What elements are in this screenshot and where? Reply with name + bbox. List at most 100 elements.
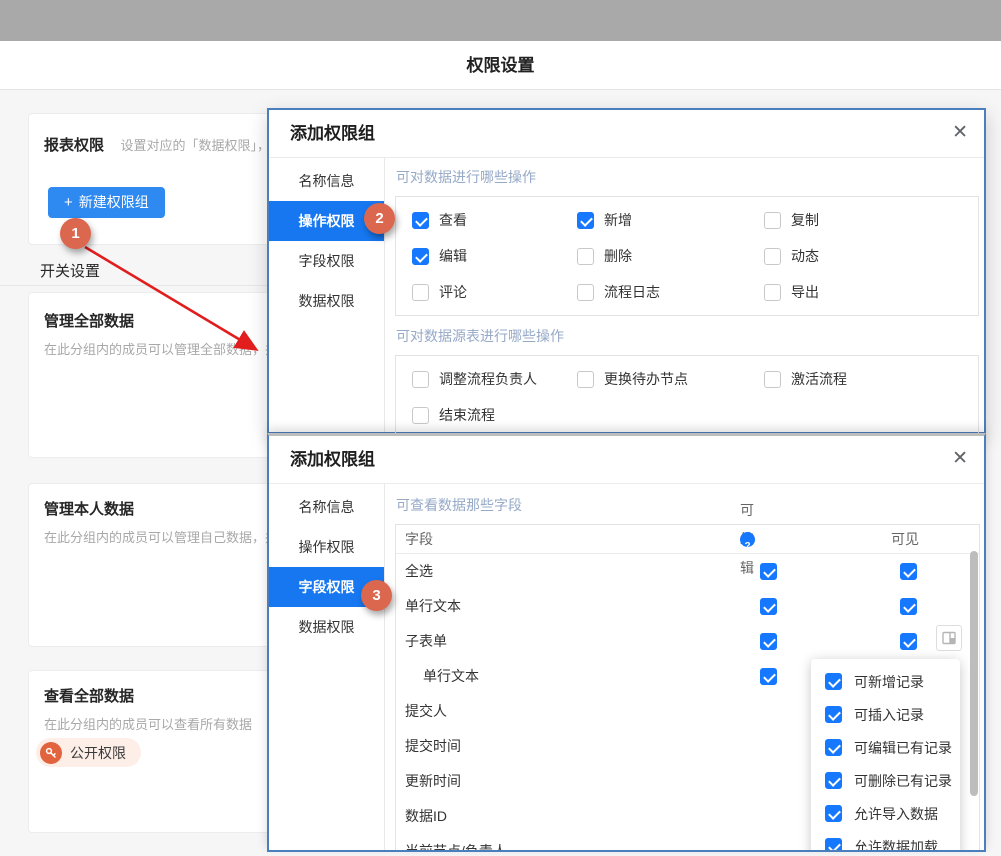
- editable-checkbox[interactable]: [760, 563, 777, 580]
- tab-名称信息[interactable]: 名称信息: [269, 487, 384, 527]
- editable-checkbox[interactable]: [760, 598, 777, 615]
- option-激活流程[interactable]: 激活流程: [764, 361, 978, 397]
- field-name: 更新时间: [405, 764, 461, 799]
- editable-checkbox[interactable]: [760, 668, 777, 685]
- field-name: 单行文本: [405, 589, 461, 624]
- field-name: 当前节点/负责人: [405, 834, 507, 852]
- option-label: 可删除已有记录: [854, 771, 952, 791]
- modal-sidebar: 名称信息操作权限字段权限数据权限: [269, 484, 385, 850]
- field-row-子表单: 子表单: [396, 624, 979, 659]
- option-label: 调整流程负责人: [439, 369, 537, 389]
- checkbox[interactable]: [764, 371, 781, 388]
- option-复制[interactable]: 复制: [764, 202, 978, 238]
- public-permission-label: 公开权限: [70, 743, 126, 763]
- section-title-data-operations: 可对数据进行哪些操作: [396, 167, 979, 187]
- close-icon[interactable]: ✕: [952, 447, 968, 470]
- option-可删除已有记录[interactable]: 可删除已有记录: [825, 764, 960, 797]
- subform-settings-button[interactable]: [936, 625, 962, 651]
- checkbox[interactable]: [764, 284, 781, 301]
- scrollbar-thumb[interactable]: [970, 551, 978, 796]
- checkbox[interactable]: [764, 212, 781, 229]
- editable-checkbox[interactable]: [760, 633, 777, 650]
- option-label: 可插入记录: [854, 705, 924, 725]
- option-label: 允许数据加载: [854, 837, 938, 853]
- option-评论[interactable]: 评论: [412, 274, 577, 310]
- field-name: 提交时间: [405, 729, 461, 764]
- checkbox[interactable]: [412, 371, 429, 388]
- data-operations-options: 查看 新增 复制编辑 删除 动态评论 流程日志 导出: [395, 196, 979, 316]
- option-导出[interactable]: 导出: [764, 274, 978, 310]
- option-编辑[interactable]: 编辑: [412, 238, 577, 274]
- option-动态[interactable]: 动态: [764, 238, 978, 274]
- checkbox[interactable]: [577, 371, 594, 388]
- option-可新增记录[interactable]: 可新增记录: [825, 665, 960, 698]
- checkbox[interactable]: [825, 706, 842, 723]
- option-可插入记录[interactable]: 可插入记录: [825, 698, 960, 731]
- option-可编辑已有记录[interactable]: 可编辑已有记录: [825, 731, 960, 764]
- tab-字段权限[interactable]: 字段权限: [269, 241, 384, 281]
- checkbox[interactable]: [825, 805, 842, 822]
- option-更换待办节点[interactable]: 更换待办节点: [577, 361, 764, 397]
- tab-数据权限[interactable]: 数据权限: [269, 607, 384, 647]
- plus-icon: +: [64, 194, 73, 211]
- modal-content: 可查看数据那些字段 字段 可编辑? 可见 全选单行文本子表单单行文本提交人提交时…: [385, 484, 986, 850]
- public-permission-badge[interactable]: 公开权限: [36, 738, 141, 767]
- option-删除[interactable]: 删除: [577, 238, 764, 274]
- key-icon: [40, 742, 62, 764]
- report-card-subtitle: 设置对应的「数据权限」，可: [120, 135, 283, 154]
- step-badge-3: 3: [361, 580, 392, 611]
- field-permission-table: 字段 可编辑? 可见 全选单行文本子表单单行文本提交人提交时间更新时间数据ID当…: [395, 524, 980, 852]
- option-label: 更换待办节点: [604, 369, 688, 389]
- page-title: 权限设置: [0, 41, 1001, 90]
- browser-chrome-bar: [0, 0, 1001, 41]
- checkbox[interactable]: [412, 407, 429, 424]
- option-流程日志[interactable]: 流程日志: [577, 274, 764, 310]
- subform-record-options-popup: 可新增记录可插入记录可编辑已有记录可删除已有记录允许导入数据允许数据加载: [811, 659, 960, 852]
- option-label: 查看: [439, 210, 467, 230]
- option-新增[interactable]: 新增: [577, 202, 764, 238]
- column-visible: 可见: [891, 525, 919, 554]
- checkbox[interactable]: [577, 248, 594, 265]
- modal-sidebar: 名称信息操作权限字段权限数据权限: [269, 158, 385, 432]
- checkbox[interactable]: [577, 284, 594, 301]
- checkbox[interactable]: [825, 673, 842, 690]
- option-label: 流程日志: [604, 282, 660, 302]
- divider: [0, 285, 267, 286]
- close-icon[interactable]: ✕: [952, 121, 968, 144]
- option-label: 可新增记录: [854, 672, 924, 692]
- help-icon[interactable]: ?: [740, 532, 755, 547]
- new-permission-group-button[interactable]: +新建权限组: [48, 187, 165, 218]
- checkbox[interactable]: [825, 838, 842, 852]
- datasource-operations-options: 调整流程负责人 更换待办节点 激活流程结束流程: [395, 355, 979, 439]
- option-调整流程负责人[interactable]: 调整流程负责人: [412, 361, 577, 397]
- option-允许数据加载[interactable]: 允许数据加载: [825, 830, 960, 852]
- option-label: 新增: [604, 210, 632, 230]
- add-permission-group-modal-operations: 添加权限组 ✕ 名称信息操作权限字段权限数据权限 可对数据进行哪些操作 查看 新增…: [267, 108, 986, 434]
- checkbox[interactable]: [764, 248, 781, 265]
- modal-title: 添加权限组: [269, 110, 984, 157]
- checkbox[interactable]: [825, 739, 842, 756]
- tab-名称信息[interactable]: 名称信息: [269, 161, 384, 201]
- checkbox[interactable]: [825, 772, 842, 789]
- checkbox[interactable]: [412, 248, 429, 265]
- option-label: 激活流程: [791, 369, 847, 389]
- option-查看[interactable]: 查看: [412, 202, 577, 238]
- report-card-title: 报表权限: [44, 134, 104, 155]
- visible-checkbox[interactable]: [900, 563, 917, 580]
- visible-checkbox[interactable]: [900, 598, 917, 615]
- option-label: 动态: [791, 246, 819, 266]
- option-结束流程[interactable]: 结束流程: [412, 397, 577, 433]
- option-允许导入数据[interactable]: 允许导入数据: [825, 797, 960, 830]
- checkbox[interactable]: [577, 212, 594, 229]
- option-label: 编辑: [439, 246, 467, 266]
- checkbox[interactable]: [412, 284, 429, 301]
- add-permission-group-modal-fields: 添加权限组 ✕ 名称信息操作权限字段权限数据权限 可查看数据那些字段 字段 可编…: [267, 433, 986, 852]
- table-header: 字段 可编辑? 可见: [396, 525, 979, 554]
- visible-checkbox[interactable]: [900, 633, 917, 650]
- modal-header: 添加权限组 ✕: [269, 110, 984, 158]
- checkbox[interactable]: [412, 212, 429, 229]
- field-name: 子表单: [405, 624, 447, 659]
- field-row-单行文本: 单行文本: [396, 589, 979, 624]
- tab-数据权限[interactable]: 数据权限: [269, 281, 384, 321]
- tab-操作权限[interactable]: 操作权限: [269, 527, 384, 567]
